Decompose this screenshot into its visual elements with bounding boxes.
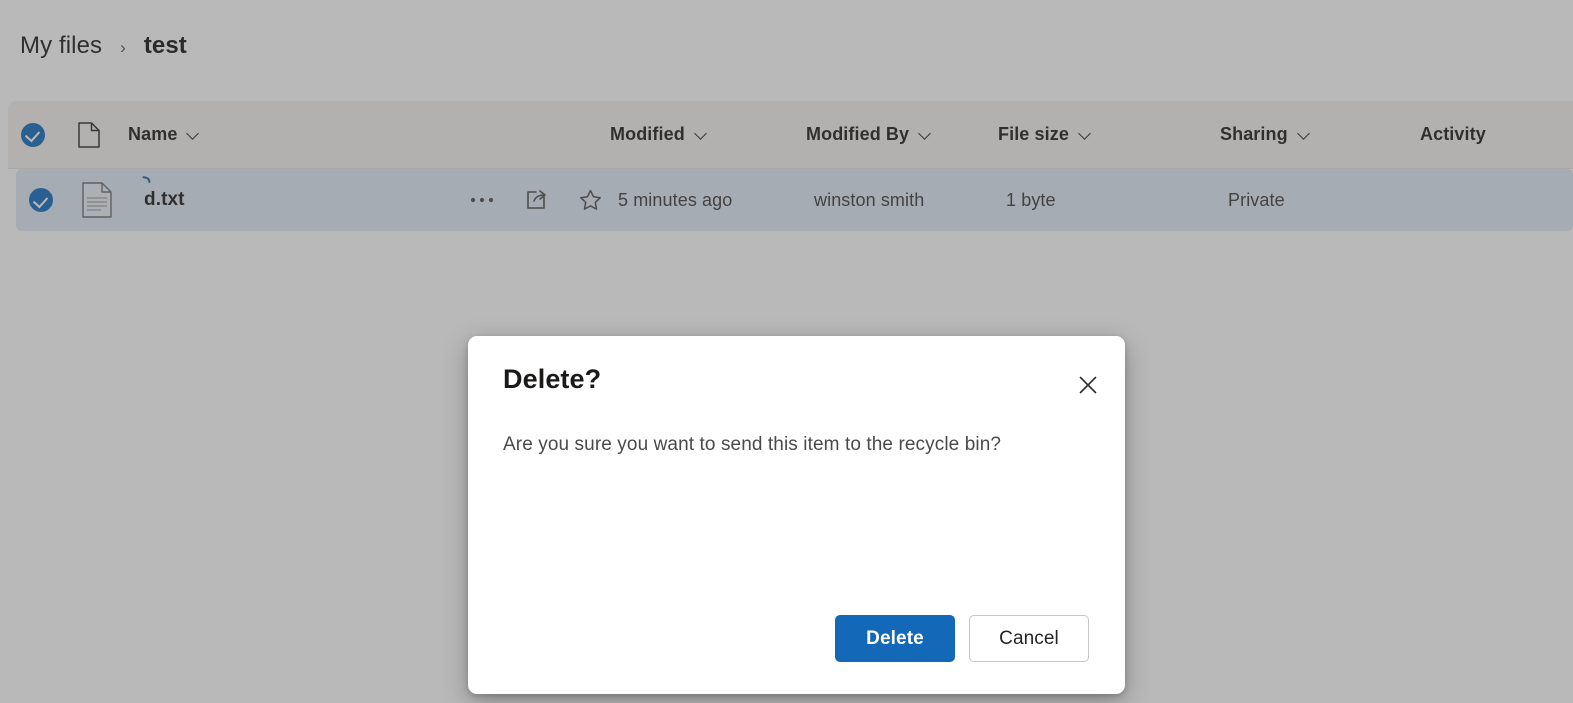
delete-confirmation-dialog: Delete? Are you sure you want to send th…	[468, 336, 1125, 694]
close-icon	[1079, 376, 1097, 394]
cancel-button[interactable]: Cancel	[969, 615, 1089, 662]
delete-button[interactable]: Delete	[835, 615, 955, 662]
dialog-close-button[interactable]	[1069, 366, 1107, 404]
dialog-actions: Delete Cancel	[835, 615, 1089, 662]
dialog-message: Are you sure you want to send this item …	[503, 434, 1002, 455]
dialog-title: Delete?	[503, 364, 602, 394]
